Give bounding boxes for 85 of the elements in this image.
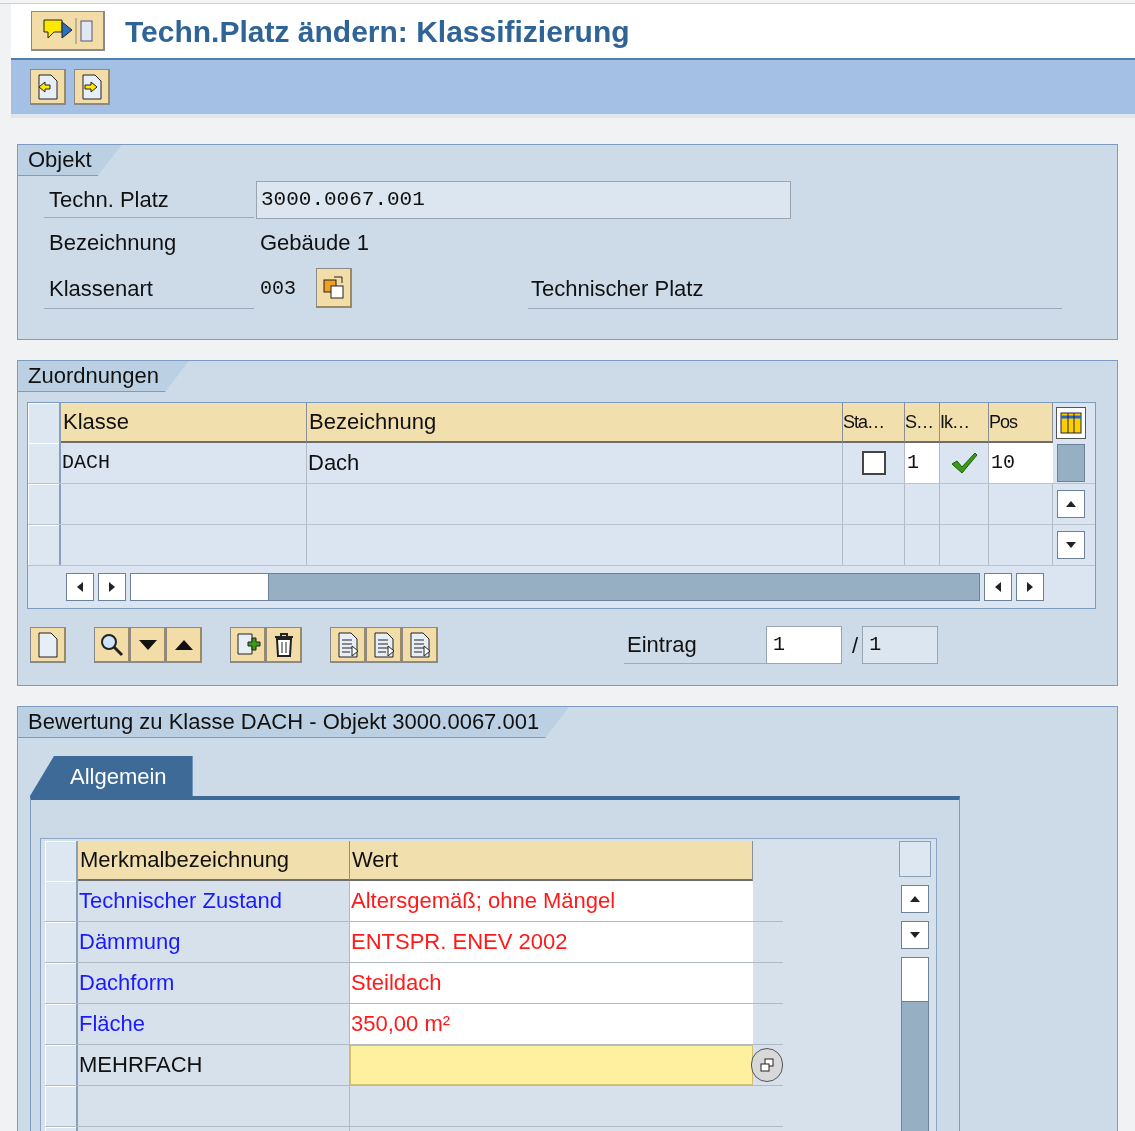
- copy-icon: [322, 275, 346, 301]
- scroll-left-button[interactable]: [984, 573, 1012, 601]
- characteristic-value[interactable]: Steildach: [350, 963, 753, 1003]
- details-button[interactable]: [366, 627, 402, 663]
- value-input-field[interactable]: [350, 1045, 753, 1085]
- group-title: Objekt: [18, 145, 122, 176]
- column-settings-button[interactable]: [899, 841, 931, 877]
- field-label: Bezeichnung: [48, 228, 178, 257]
- add-icon: [235, 632, 261, 658]
- column-header[interactable]: Merkmalbezeichnung: [78, 841, 350, 881]
- row-selector[interactable]: [45, 963, 78, 1003]
- search-icon: [99, 632, 125, 658]
- trash-icon: [273, 632, 295, 658]
- row-selector[interactable]: [28, 484, 61, 524]
- scroll-up-button[interactable]: [901, 885, 929, 913]
- field-value: Gebäude 1: [260, 228, 369, 257]
- input-field[interactable]: 3000.0067.001: [256, 181, 791, 219]
- row-selector[interactable]: [45, 1004, 78, 1044]
- scroll-thumb[interactable]: [1057, 444, 1085, 482]
- status-checkbox[interactable]: [861, 451, 886, 475]
- document-icon: [372, 632, 396, 658]
- add-button[interactable]: [230, 627, 266, 663]
- table-cell: DACH: [61, 443, 307, 483]
- scroll-down-button[interactable]: [1057, 531, 1085, 559]
- tab[interactable]: Allgemein: [30, 756, 193, 796]
- column-header[interactable]: Klasse: [61, 403, 307, 443]
- menu-button[interactable]: [31, 11, 105, 51]
- entry-field[interactable]: 1: [766, 626, 842, 664]
- document-icon: [408, 632, 432, 658]
- characteristic-value[interactable]: Altersgemäß; ohne Mängel: [350, 881, 753, 921]
- windows-icon: [760, 1058, 774, 1072]
- move-down-button[interactable]: [130, 627, 166, 663]
- separator-text: /: [852, 631, 859, 660]
- row-selector[interactable]: [45, 881, 78, 921]
- class-type-button[interactable]: [316, 268, 352, 308]
- up-arrow-icon: [174, 639, 194, 651]
- column-header[interactable]: S…: [905, 403, 940, 443]
- multiple-values-button[interactable]: [751, 1048, 783, 1082]
- scroll-thumb[interactable]: [131, 574, 269, 600]
- previous-button[interactable]: [30, 69, 66, 105]
- down-arrow-icon: [138, 639, 158, 651]
- characteristic-value[interactable]: 350,00 m²: [350, 1004, 753, 1044]
- scroll-right-button[interactable]: [98, 573, 126, 601]
- column-header[interactable]: Bezeichnung: [307, 403, 843, 443]
- scroll-right-button[interactable]: [1016, 573, 1044, 601]
- move-up-button[interactable]: [166, 627, 202, 663]
- field-label: Techn. Platz: [44, 182, 254, 218]
- column-header[interactable]: Wert: [350, 841, 753, 881]
- details-button[interactable]: [330, 627, 366, 663]
- row-selector[interactable]: [45, 841, 78, 881]
- row-selector[interactable]: [45, 922, 78, 962]
- row-selector[interactable]: [28, 525, 61, 565]
- column-header[interactable]: Pos: [989, 403, 1053, 443]
- table-settings-button[interactable]: [1056, 407, 1086, 439]
- field-label: Klassenart: [44, 269, 254, 309]
- next-button[interactable]: [74, 69, 110, 105]
- document-icon: [336, 632, 360, 658]
- previous-page-icon: [36, 74, 60, 100]
- table-cell: 1: [905, 443, 940, 483]
- details-button[interactable]: [402, 627, 438, 663]
- window-title: Techn.Platz ändern: Klassifizierung: [125, 13, 630, 50]
- insert-button[interactable]: [30, 627, 66, 663]
- field-value: 003: [260, 276, 297, 302]
- row-selector[interactable]: [28, 443, 61, 483]
- scroll-up-button[interactable]: [1057, 490, 1085, 518]
- columns-icon: [1060, 412, 1082, 434]
- scroll-down-button[interactable]: [901, 921, 929, 949]
- row-selector[interactable]: [45, 1045, 78, 1085]
- class-type-description: Technischer Platz: [528, 269, 1062, 309]
- delete-button[interactable]: [266, 627, 302, 663]
- group-title: Bewertung zu Klasse DACH - Objekt 3000.0067.001: [18, 707, 570, 738]
- column-header[interactable]: Ik…: [940, 403, 989, 443]
- characteristic-value[interactable]: ENTSPR. ENEV 2002: [350, 922, 753, 962]
- scroll-thumb[interactable]: [902, 958, 928, 1002]
- table-cell: 10: [989, 443, 1053, 483]
- total-field: 1: [862, 626, 939, 664]
- table-cell: Dach: [307, 443, 843, 483]
- row-selector[interactable]: [28, 403, 61, 443]
- scroll-left-button[interactable]: [66, 573, 94, 601]
- group-title: Zuordnungen: [18, 361, 189, 392]
- find-button[interactable]: [94, 627, 130, 663]
- horizontal-scrollbar[interactable]: [130, 573, 980, 601]
- next-page-icon: [80, 74, 104, 100]
- column-header[interactable]: Sta…: [843, 403, 905, 443]
- row-selector[interactable]: [45, 1086, 78, 1126]
